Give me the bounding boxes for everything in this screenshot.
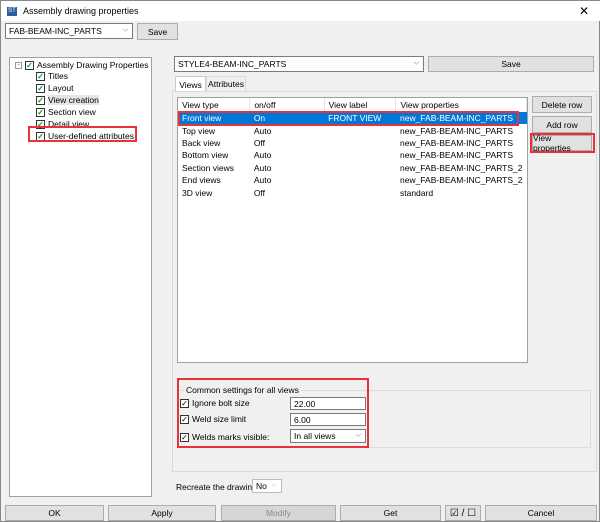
checkbox-icon[interactable]: ✓ — [36, 95, 45, 105]
table-cell[interactable]: Back view — [178, 137, 250, 149]
column-header[interactable]: View properties — [395, 98, 527, 112]
preset-value: FAB-BEAM-INC_PARTS — [9, 26, 102, 36]
tab-views[interactable]: Views — [175, 76, 206, 92]
title-bar: ST Assembly drawing properties — [1, 1, 600, 21]
table-cell[interactable]: new_FAB-BEAM-INC_PARTS — [396, 149, 527, 161]
table-row[interactable]: 3D view Off standard — [178, 186, 527, 198]
property-tree: - ✓ Assembly Drawing Properties ✓ Titles … — [9, 57, 152, 497]
recreate-value: No — [256, 481, 267, 491]
column-header[interactable]: on/off — [249, 98, 325, 112]
table-cell[interactable] — [324, 137, 396, 149]
highlight-box — [177, 378, 369, 448]
table-cell[interactable]: End views — [178, 174, 250, 186]
table-cell[interactable]: Off — [250, 186, 324, 198]
delete-row-button[interactable]: Delete row — [532, 96, 592, 113]
view-preset-value: STYLE4-BEAM-INC_PARTS — [178, 59, 287, 69]
table-row[interactable]: Section views Auto new_FAB-BEAM-INC_PARTS_… — [178, 162, 527, 174]
top-save-button[interactable]: Save — [137, 23, 178, 40]
highlight-box — [178, 111, 519, 126]
tree-root[interactable]: - ✓ Assembly Drawing Properties — [15, 60, 148, 70]
tree-item-label: Titles — [48, 71, 68, 81]
select-toggle-button[interactable]: ☑ / ☐ — [445, 505, 481, 521]
table-cell[interactable]: 3D view — [178, 186, 250, 198]
preset-select[interactable]: FAB-BEAM-INC_PARTS ⌵ — [5, 23, 133, 39]
add-row-button[interactable]: Add row — [532, 116, 592, 133]
table-cell[interactable] — [324, 162, 396, 174]
highlight-box — [530, 133, 595, 153]
table-cell[interactable] — [324, 149, 396, 161]
highlight-box — [28, 126, 137, 142]
tree-item-label: Layout — [48, 83, 74, 93]
table-cell[interactable]: Off — [250, 137, 324, 149]
table-row[interactable]: End views Auto new_FAB-BEAM-INC_PARTS_2 — [178, 174, 527, 186]
tree-item-section-view[interactable]: ✓ Section view — [36, 107, 96, 117]
table-cell[interactable]: Section views — [178, 162, 250, 174]
table-row[interactable]: Back view Off new_FAB-BEAM-INC_PARTS — [178, 137, 527, 149]
table-cell[interactable]: Auto — [250, 162, 324, 174]
cancel-button[interactable]: Cancel — [485, 505, 597, 521]
tree-item-label: Section view — [48, 107, 96, 117]
recreate-label: Recreate the drawing — [176, 482, 257, 492]
app-icon: ST — [7, 6, 17, 16]
close-icon[interactable]: ✕ — [579, 4, 589, 18]
table-cell[interactable] — [324, 186, 396, 198]
tree-root-label: Assembly Drawing Properties — [37, 60, 149, 70]
checkbox-icon[interactable]: ✓ — [25, 60, 34, 70]
table-cell[interactable]: Bottom view — [178, 149, 250, 161]
modify-button[interactable]: Modify — [221, 505, 336, 521]
table-cell[interactable]: Top view — [178, 124, 250, 136]
table-cell[interactable]: new_FAB-BEAM-INC_PARTS_2 — [396, 162, 527, 174]
table-cell[interactable]: standard — [396, 186, 527, 198]
tree-item-view-creation[interactable]: ✓ View creation — [36, 95, 99, 105]
recreate-select[interactable]: No ⌵ — [252, 479, 282, 493]
checkbox-icon[interactable]: ✓ — [36, 83, 45, 93]
apply-button[interactable]: Apply — [108, 505, 216, 521]
table-cell[interactable]: new_FAB-BEAM-INC_PARTS — [396, 124, 527, 136]
right-save-button[interactable]: Save — [428, 56, 594, 72]
table-cell[interactable]: Auto — [250, 174, 324, 186]
view-preset-select[interactable]: STYLE4-BEAM-INC_PARTS ⌵ — [174, 56, 424, 72]
table-cell[interactable]: new_FAB-BEAM-INC_PARTS — [396, 137, 527, 149]
checkbox-icon[interactable]: ✓ — [36, 71, 45, 81]
checkbox-icon[interactable]: ✓ — [36, 107, 45, 117]
chevron-down-icon: ⌵ — [122, 26, 128, 34]
table-cell[interactable] — [324, 124, 396, 136]
tab-attributes[interactable]: Attributes — [206, 76, 246, 91]
table-row[interactable]: Top view Auto new_FAB-BEAM-INC_PARTS — [178, 124, 527, 136]
column-header[interactable]: View type — [178, 98, 251, 112]
collapse-icon[interactable]: - — [15, 61, 22, 69]
table-cell[interactable]: new_FAB-BEAM-INC_PARTS_2 — [396, 174, 527, 186]
chevron-down-icon: ⌵ — [413, 59, 419, 67]
get-button[interactable]: Get — [340, 505, 441, 521]
table-row[interactable]: Bottom view Auto new_FAB-BEAM-INC_PARTS — [178, 149, 527, 161]
tree-item-layout[interactable]: ✓ Layout — [36, 83, 74, 93]
ok-button[interactable]: OK — [5, 505, 104, 521]
table-cell[interactable]: Auto — [250, 149, 324, 161]
tree-item-label: View creation — [48, 95, 99, 105]
table-cell[interactable]: Auto — [250, 124, 324, 136]
tree-item-titles[interactable]: ✓ Titles — [36, 71, 68, 81]
column-header[interactable]: View label — [324, 98, 397, 112]
window-title: Assembly drawing properties — [23, 6, 139, 16]
views-table: View type on/off View label View propert… — [177, 97, 528, 363]
table-cell[interactable] — [324, 174, 396, 186]
chevron-down-icon: ⌵ — [271, 481, 277, 489]
